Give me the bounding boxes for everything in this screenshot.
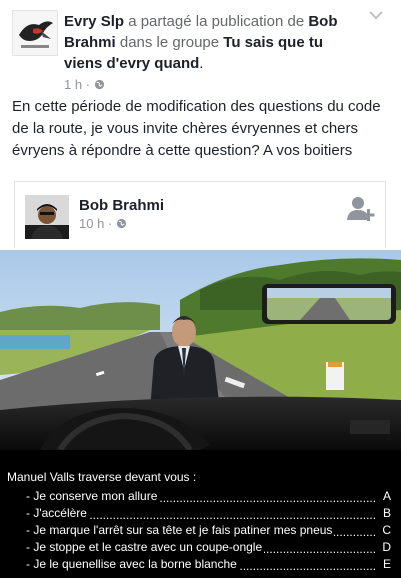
shared-post-card[interactable]: Bob Brahmi 10 h · bbox=[14, 181, 386, 248]
quiz-option-a: ........................................… bbox=[26, 489, 391, 505]
profile-photo-icon bbox=[25, 195, 69, 239]
bird-logo-icon bbox=[13, 11, 57, 55]
meta-separator: · bbox=[104, 216, 116, 231]
quiz-option-d: ........................................… bbox=[26, 540, 391, 556]
post-meta: 1 h · bbox=[64, 76, 364, 94]
quiz-option-letter: D bbox=[382, 540, 391, 554]
shared-post-timestamp[interactable]: 10 h bbox=[79, 216, 104, 231]
chevron-down-icon[interactable] bbox=[369, 10, 383, 20]
globe-icon bbox=[94, 79, 104, 90]
post-header: Evry Slp a partagé la publication de Bob… bbox=[0, 0, 401, 92]
quiz-option-letter: E bbox=[382, 557, 391, 571]
quiz-option-b: ........................................… bbox=[26, 506, 391, 522]
shared-author-name[interactable]: Bob Brahmi bbox=[79, 197, 164, 214]
quiz-option-text: - J'accélère bbox=[26, 506, 89, 520]
quiz-option-text: - Je stoppe et le castre avec un coupe-o… bbox=[26, 540, 265, 554]
post-header-text: Evry Slp a partagé la publication de Bob… bbox=[64, 11, 364, 94]
quiz-question-title: Manuel Valls traverse devant vous : bbox=[7, 470, 197, 484]
add-friend-icon[interactable] bbox=[347, 196, 375, 222]
quiz-panel: Manuel Valls traverse devant vous : ....… bbox=[0, 450, 401, 578]
avatar[interactable] bbox=[25, 195, 69, 239]
quiz-option-letter: A bbox=[382, 489, 391, 503]
in-group-text: dans le groupe bbox=[115, 34, 224, 51]
quiz-option-c: ........................................… bbox=[26, 523, 391, 539]
post-photo[interactable] bbox=[0, 250, 401, 450]
quiz-option-text: - Je marque l'arrêt sur sa tête et je fa… bbox=[26, 523, 335, 537]
quiz-option-text: - Je le quenellise avec la borne blanche bbox=[26, 557, 239, 571]
meta-separator: · bbox=[82, 77, 94, 92]
road-scene-illustration bbox=[0, 250, 401, 450]
shared-action-text: a partagé la publication de bbox=[124, 13, 309, 30]
post-timestamp[interactable]: 1 h bbox=[64, 77, 82, 92]
period-text: . bbox=[199, 55, 204, 72]
avatar[interactable] bbox=[12, 10, 58, 56]
quiz-option-letter: B bbox=[382, 506, 391, 520]
quiz-option-text: - Je conserve mon allure bbox=[26, 489, 160, 503]
quiz-option-e: ........................................… bbox=[26, 557, 391, 573]
post-author-link[interactable]: Evry Slp bbox=[64, 13, 124, 30]
globe-icon bbox=[116, 218, 126, 229]
post-body-text: En cette période de modification des que… bbox=[12, 98, 381, 159]
quiz-option-letter: C bbox=[382, 523, 391, 537]
shared-post-meta: 10 h · bbox=[79, 216, 127, 231]
